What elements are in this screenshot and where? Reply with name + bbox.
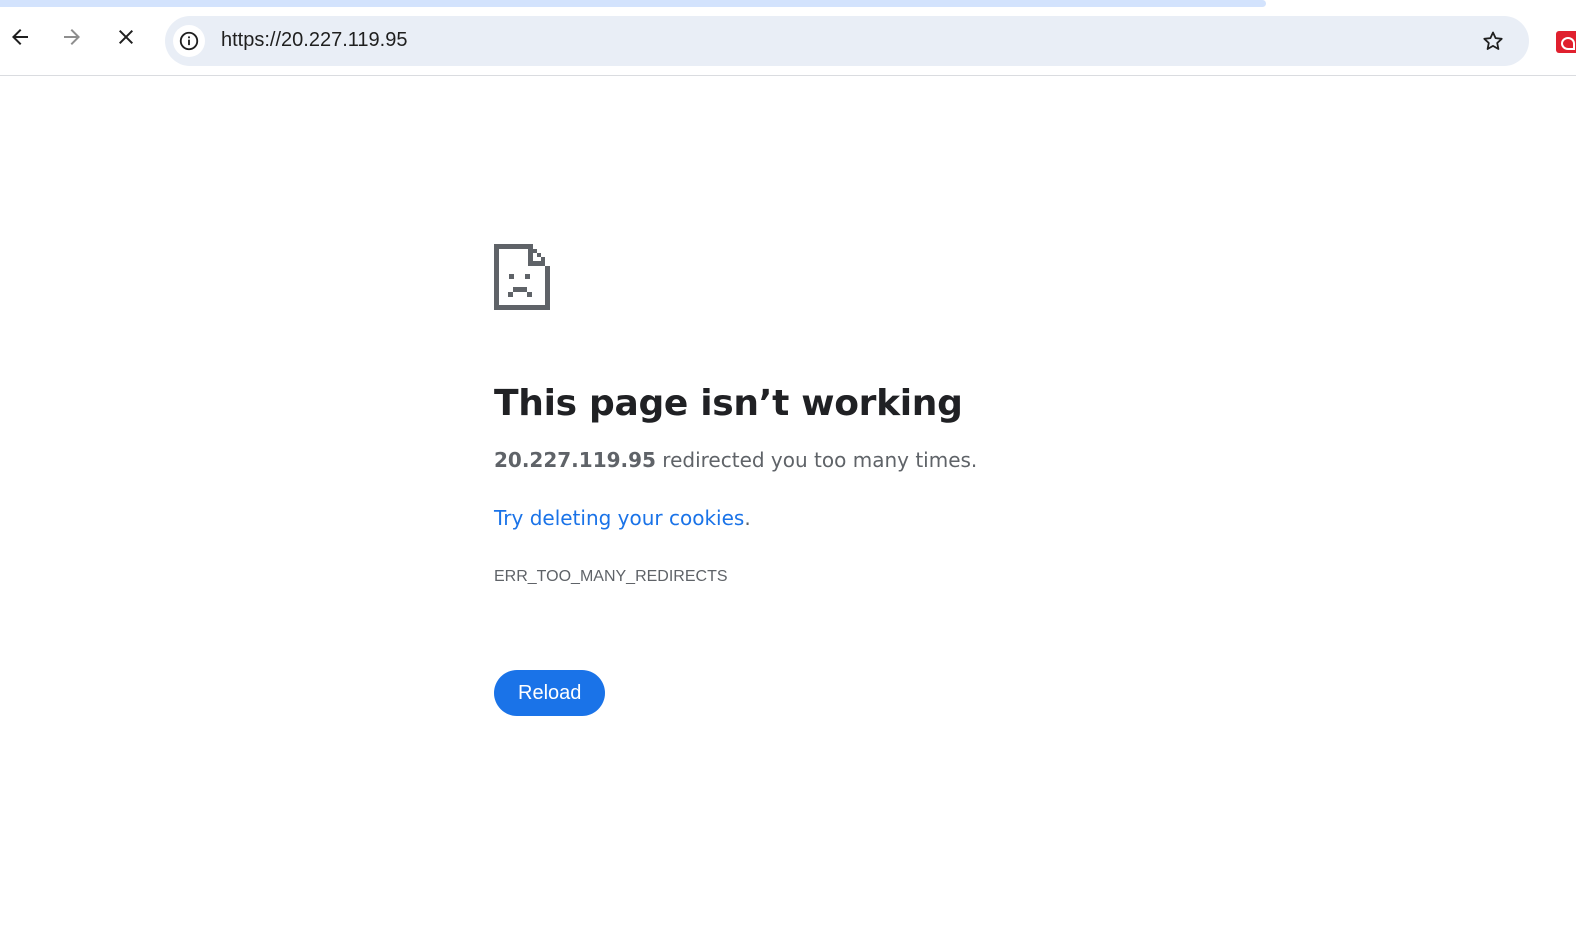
error-suggestion: Try deleting your cookies. <box>494 504 1194 532</box>
error-host: 20.227.119.95 <box>494 448 656 472</box>
error-headline: This page isn’t working <box>494 383 963 424</box>
error-summary: 20.227.119.95 redirected you too many ti… <box>494 446 1194 474</box>
stop-loading-button[interactable] <box>108 19 144 55</box>
delete-cookies-link[interactable]: Try deleting your cookies <box>494 506 744 530</box>
bookmark-button[interactable] <box>1477 25 1509 57</box>
star-icon <box>1483 31 1503 50</box>
browser-window: https://20.227.119.95 This page isn’t wo… <box>0 0 1576 926</box>
extension-icon[interactable] <box>1556 31 1576 53</box>
error-code: ERR_TOO_MANY_REDIRECTS <box>494 568 728 585</box>
arrow-right-icon <box>64 29 80 45</box>
error-summary-text: redirected you too many times. <box>655 448 978 472</box>
error-container: This page isn’t working 20.227.119.95 re… <box>494 244 1194 716</box>
forward-button[interactable] <box>54 19 90 55</box>
browser-toolbar: https://20.227.119.95 <box>0 7 1576 76</box>
info-icon <box>179 31 199 51</box>
close-icon <box>119 30 133 44</box>
reload-button[interactable]: Reload <box>494 670 606 716</box>
page-content: This page isn’t working 20.227.119.95 re… <box>0 76 1576 926</box>
site-info-button[interactable] <box>173 25 205 57</box>
sad-page-icon <box>494 244 550 310</box>
url-text[interactable]: https://20.227.119.95 <box>221 29 407 52</box>
arrow-left-icon <box>12 29 28 45</box>
page-loading-bar <box>0 0 1266 7</box>
suggestion-tail: . <box>744 506 751 530</box>
address-bar[interactable]: https://20.227.119.95 <box>165 16 1529 66</box>
back-button[interactable] <box>2 19 38 55</box>
